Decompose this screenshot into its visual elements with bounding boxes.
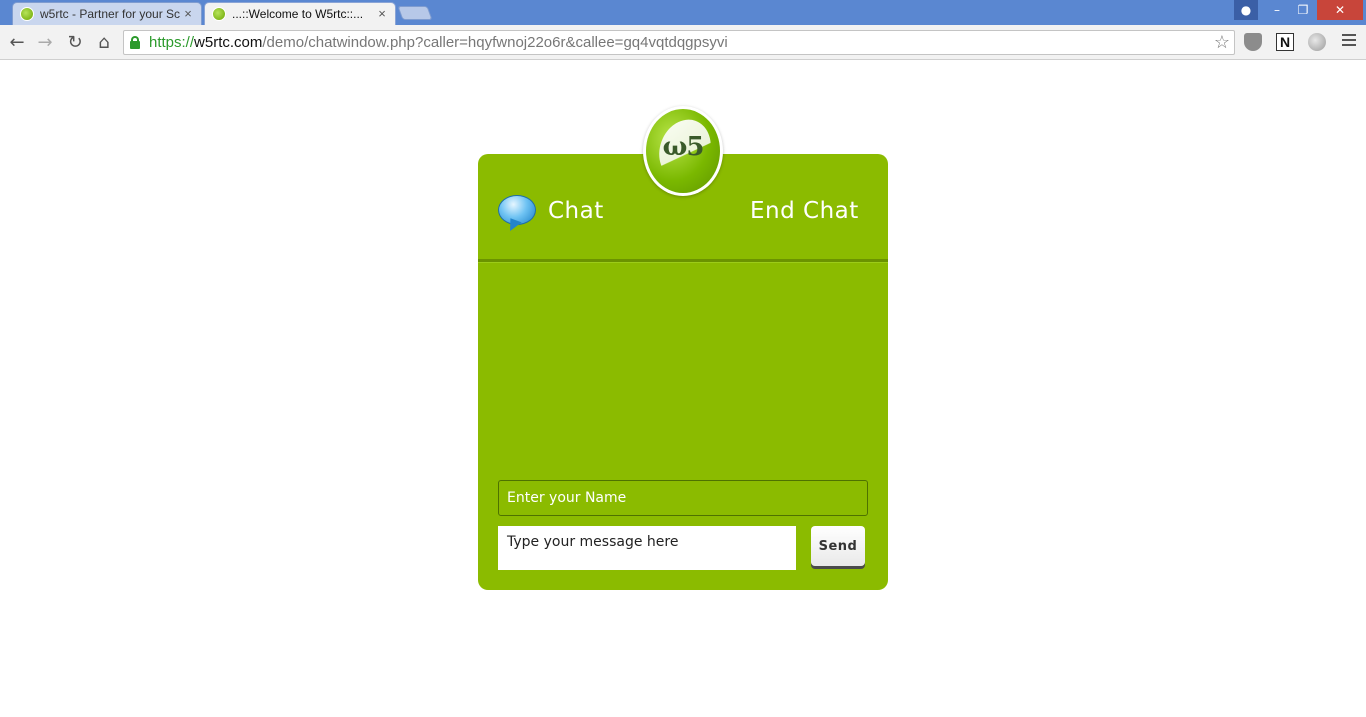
onenote-extension-icon[interactable]: N [1276, 33, 1294, 51]
url-path: /demo/chatwindow.php?caller=hqyfwnoj22o6… [262, 34, 728, 51]
url-text: https://w5rtc.com/demo/chatwindow.php?ca… [149, 31, 728, 54]
window-close-icon[interactable]: ✕ [1317, 0, 1363, 20]
header-divider [478, 259, 888, 263]
forward-arrow-icon[interactable]: → [33, 31, 57, 55]
end-chat-link[interactable]: End Chat [750, 198, 859, 224]
w5rtc-logo: ω5 [643, 106, 725, 196]
chat-bubble-icon [498, 195, 538, 234]
tab-close-icon[interactable]: × [374, 6, 390, 21]
url-scheme: https:// [149, 34, 195, 51]
home-icon[interactable]: ⌂ [92, 31, 116, 55]
browser-toolbar: ← → ↻ ⌂ https://w5rtc.com/demo/chatwindo… [0, 25, 1366, 60]
lock-icon[interactable] [130, 36, 140, 49]
send-button[interactable]: Send [811, 526, 865, 566]
tab-close-icon[interactable]: × [180, 6, 196, 21]
tab-title: w5rtc - Partner for your Sc [40, 6, 180, 21]
user-profile-icon[interactable]: ● [1234, 0, 1258, 20]
w5rtc-favicon-icon [212, 6, 226, 21]
address-bar[interactable]: https://w5rtc.com/demo/chatwindow.php?ca… [123, 30, 1235, 55]
minimize-icon[interactable]: – [1264, 0, 1290, 20]
hamburger-menu-icon[interactable] [1342, 34, 1356, 48]
tab-w5rtc-partner[interactable]: w5rtc - Partner for your Sc × [12, 2, 202, 25]
restore-icon[interactable]: ❐ [1290, 0, 1316, 20]
name-input[interactable] [498, 480, 868, 516]
browser-titlebar: w5rtc - Partner for your Sc × ...::Welco… [0, 0, 1366, 25]
tab-welcome-w5rtc[interactable]: ...::Welcome to W5rtc::... × [204, 2, 396, 25]
chat-title: Chat [548, 198, 604, 224]
new-tab-button[interactable] [397, 6, 433, 20]
reload-icon[interactable]: ↻ [63, 31, 87, 55]
back-arrow-icon[interactable]: ← [5, 31, 29, 55]
bookmark-star-icon[interactable]: ☆ [1214, 31, 1230, 54]
w5rtc-favicon-icon [20, 6, 34, 21]
logo-text: ω5 [662, 132, 705, 162]
url-host: w5rtc.com [194, 34, 263, 51]
shield-extension-icon[interactable] [1244, 33, 1262, 51]
tab-title: ...::Welcome to W5rtc::... [232, 6, 364, 21]
message-input[interactable] [498, 526, 796, 570]
globe-extension-icon[interactable] [1308, 33, 1326, 51]
messages-area [498, 270, 868, 470]
